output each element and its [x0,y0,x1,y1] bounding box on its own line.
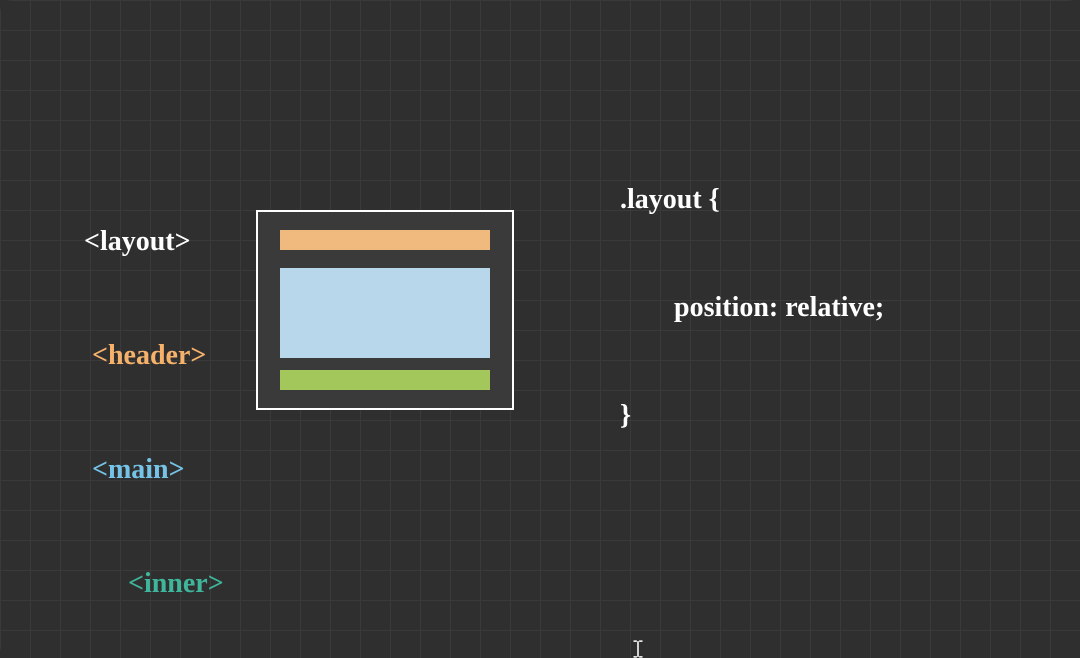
css-layout-close: } [620,398,955,434]
css-rule-header: header { position: absolute; width: 100%… [620,628,955,658]
html-code-block: <layout> <header> <main> <inner> </main>… [56,185,224,658]
preview-inner-box [280,268,490,358]
css-code-block: .layout { position: relative; } header {… [620,2,955,658]
tag-inner: <inner> [56,565,224,603]
css-layout-selector: .layout { [620,182,955,218]
preview-header-bar [280,230,490,250]
tag-header: <header> [56,337,224,375]
tag-main-open: <main> [56,451,224,489]
css-layout-decl-1: position: relative; [620,290,955,326]
css-rule-layout: .layout { position: relative; } [620,110,955,506]
layout-preview [256,210,514,410]
preview-footer-bar [280,370,490,390]
tag-layout-open: <layout> [84,226,191,257]
slide-canvas: <layout> <header> <main> <inner> </main>… [0,0,1080,658]
